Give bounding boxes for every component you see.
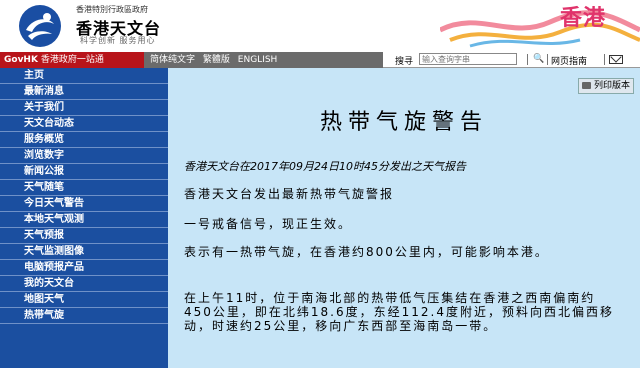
- print-version-button[interactable]: 列印版本: [577, 78, 634, 94]
- sidebar-item-weather-blog[interactable]: 天气随笔: [0, 180, 168, 196]
- warning-paragraph: 表示有一热带气旋，在香港约800公里内，可能影响本港。: [184, 245, 549, 259]
- sidebar-nav: 主页 最新消息 关于我们 天文台动态 服务概览 浏览数字 新闻公报 天气随笔 今…: [0, 68, 168, 368]
- mail-icon[interactable]: [609, 55, 623, 64]
- brand-hong-kong-logo-icon: [440, 10, 640, 48]
- warning-paragraph: 一号戒备信号，现正生效。: [184, 217, 353, 231]
- sidebar-item-home[interactable]: 主页: [0, 68, 168, 84]
- sitemap-link[interactable]: 网页指南: [551, 54, 587, 67]
- search-input[interactable]: [419, 53, 517, 65]
- sidebar-item-observatory-updates[interactable]: 天文台动态: [0, 116, 168, 132]
- sidebar-item-latest-news[interactable]: 最新消息: [0, 84, 168, 100]
- sidebar-item-forecast[interactable]: 天气预报: [0, 228, 168, 244]
- sidebar-item-tropical-cyclones[interactable]: 热带气旋: [0, 308, 168, 324]
- slogan: 科学创新 服务用心: [80, 36, 156, 45]
- sidebar-item-browse-numbers[interactable]: 浏览数字: [0, 148, 168, 164]
- govhk-link[interactable]: GovHK 香港政府一站通: [0, 52, 144, 68]
- sidebar-item-map-weather[interactable]: 地图天气: [0, 292, 168, 308]
- sidebar-item-local-observations[interactable]: 本地天气观测: [0, 212, 168, 228]
- sidebar-item-about-us[interactable]: 关于我们: [0, 100, 168, 116]
- printer-icon: [581, 82, 591, 89]
- brand-text: 香港: [560, 6, 607, 31]
- search-area: 搜寻 🔍 网页指南: [383, 52, 640, 68]
- page-title: 热带气旋警告: [319, 110, 488, 135]
- sidebar-item-press-releases[interactable]: 新闻公报: [0, 164, 168, 180]
- divider: [604, 54, 605, 65]
- sidebar-item-services[interactable]: 服务概览: [0, 132, 168, 148]
- govhk-suffix: 香港政府一站通: [40, 55, 104, 65]
- language-links: 简体纯文字 繁體版 ENGLISH: [150, 52, 282, 68]
- site-header: 香港特別行政區政府 香港天文台 科学创新 服务用心 香港: [0, 0, 640, 52]
- main-content: 列印版本 热带气旋警告 香港天文台在2017年09月24日10时45分发出之天气…: [168, 68, 640, 368]
- print-version-label: 列印版本: [593, 81, 630, 91]
- divider: [547, 54, 548, 65]
- sidebar-item-monitoring-images[interactable]: 天气监测图像: [0, 244, 168, 260]
- govhk-prefix: GovHK: [4, 55, 38, 65]
- search-label: 搜寻: [395, 57, 414, 67]
- lang-link-traditional[interactable]: 繁體版: [203, 55, 230, 65]
- lang-link-simplified-text[interactable]: 简体纯文字: [150, 55, 195, 65]
- divider: [527, 54, 528, 65]
- lang-link-english[interactable]: ENGLISH: [238, 55, 278, 65]
- government-line: 香港特別行政區政府: [76, 5, 148, 14]
- sidebar-item-computer-forecast[interactable]: 电脑预报产品: [0, 260, 168, 276]
- warning-paragraph: 香港天文台发出最新热带气旋警报: [184, 187, 395, 201]
- warning-paragraph: 在上午11时，位于南海北部的热带低气压集结在香港之西南偏南约450公里，即在北纬…: [184, 291, 614, 333]
- sidebar-item-my-observatory[interactable]: 我的天文台: [0, 276, 168, 292]
- search-icon[interactable]: 🔍: [533, 53, 545, 66]
- report-timestamp: 香港天文台在2017年09月24日10时45分发出之天气报告: [184, 160, 466, 173]
- hko-logo-icon[interactable]: [18, 4, 62, 48]
- sidebar-item-weather-warnings[interactable]: 今日天气警告: [0, 196, 168, 212]
